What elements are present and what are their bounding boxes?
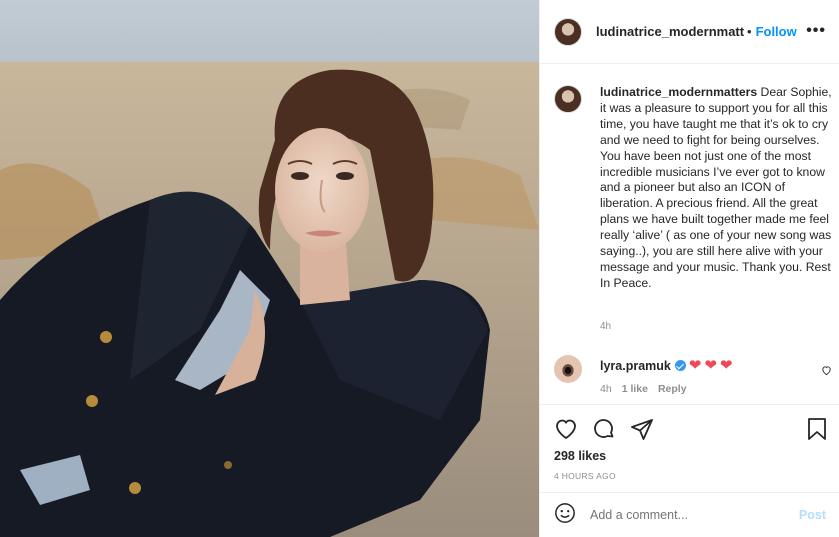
comment-like-heart-icon[interactable] [821, 363, 832, 381]
share-paper-plane-icon[interactable] [630, 417, 654, 446]
reply-like-count[interactable]: 1 like [622, 383, 648, 395]
separator-dot: • [747, 24, 752, 39]
red-heart-emoji: ❤ [704, 357, 718, 374]
red-heart-emoji: ❤ [688, 357, 702, 374]
caption-text: ludinatrice_modernmatters Dear Sophie, i… [600, 85, 834, 292]
like-heart-icon[interactable] [554, 417, 578, 446]
more-options-icon[interactable]: ••• [806, 22, 826, 40]
reply-username[interactable]: lyra.pramuk [600, 359, 671, 373]
caption-avatar[interactable] [554, 85, 582, 113]
reply-avatar[interactable] [554, 355, 582, 383]
post-timestamp[interactable]: 4 HOURS AGO [554, 471, 616, 481]
post-comment-button[interactable]: Post [799, 508, 826, 522]
reply-button[interactable]: Reply [658, 383, 687, 395]
red-heart-emoji: ❤ [720, 357, 733, 374]
follow-button[interactable]: Follow [756, 24, 797, 39]
reply-timestamp[interactable]: 4h [600, 383, 612, 395]
post-photo[interactable] [0, 0, 539, 537]
caption-username[interactable]: ludinatrice_modernmatters [600, 85, 757, 99]
portrait-image [0, 0, 539, 537]
reply-text: lyra.pramuk ❤ ❤ ❤ [600, 358, 733, 373]
author-username[interactable]: ludinatrice_modernmatters [596, 24, 744, 39]
post-actions: 298 likes 4 HOURS AGO [540, 404, 839, 492]
reply-meta: 4h 1 like Reply [600, 383, 687, 395]
caption-timestamp[interactable]: 4h [600, 321, 611, 332]
author-avatar[interactable] [554, 17, 582, 46]
like-count[interactable]: 298 likes [554, 449, 606, 463]
verified-badge-icon [674, 360, 686, 371]
caption-comment: ludinatrice_modernmatters Dear Sophie, i… [554, 85, 836, 292]
caption-message: Dear Sophie, it was a pleasure to suppor… [600, 85, 832, 290]
save-bookmark-icon[interactable] [806, 417, 828, 446]
post-side-panel: ludinatrice_modernmatters • Follow ••• l… [539, 0, 839, 537]
comment-bubble-icon[interactable] [592, 417, 616, 446]
comments-section: ludinatrice_modernmatters Dear Sophie, i… [540, 65, 839, 405]
post-header: ludinatrice_modernmatters • Follow ••• [540, 0, 839, 64]
comment-input[interactable] [590, 508, 790, 522]
add-comment-bar: Post [540, 492, 839, 537]
action-icons [554, 417, 654, 446]
emoji-smiley-icon[interactable] [554, 502, 576, 529]
instagram-post: ludinatrice_modernmatters • Follow ••• l… [0, 0, 839, 537]
